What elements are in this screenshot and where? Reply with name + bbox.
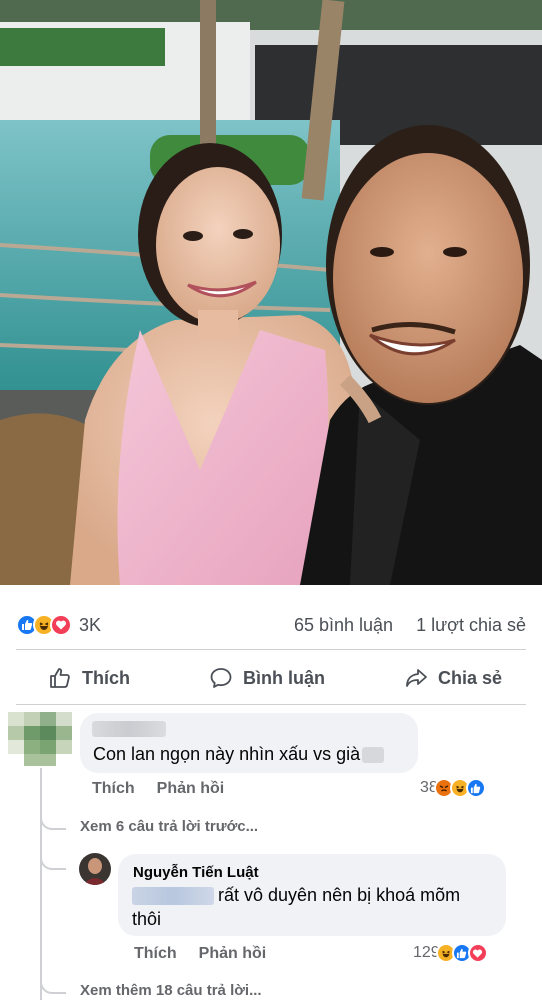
view-more-replies-link[interactable]: Xem thêm 18 câu trả lời... — [80, 982, 262, 999]
reply-author-avatar[interactable] — [79, 853, 111, 885]
thumbs-up-icon — [50, 668, 70, 688]
selfie-image — [0, 0, 542, 585]
like-icon — [465, 778, 486, 798]
share-label: Chia sẻ — [437, 667, 502, 688]
view-previous-replies-link[interactable]: Xem 6 câu trả lời trước... — [80, 818, 258, 835]
blurred-author-name — [92, 721, 166, 737]
blurred-text — [362, 747, 385, 764]
comment-icon — [210, 668, 232, 688]
divider — [16, 649, 526, 650]
share-icon — [406, 669, 427, 687]
reply-text-content: rất vô duyên nên bị khoá mõm — [218, 885, 461, 905]
comment-label: Bình luận — [242, 667, 325, 688]
comment-actions: Thích Phản hồi — [92, 780, 224, 798]
comment-button[interactable]: Bình luận — [177, 666, 357, 690]
reaction-summary[interactable]: 3K — [16, 614, 101, 636]
reply-thread-connector — [40, 852, 66, 870]
reply-reply-link[interactable]: Phản hồi — [199, 945, 267, 963]
reaction-summary-bar: 3K 65 bình luận 1 lượt chia sẻ — [16, 606, 526, 644]
comment-text: Con lan ngọn này nhìn xấu vs già — [93, 744, 385, 765]
comment-reply-link[interactable]: Phản hồi — [157, 780, 225, 798]
reply-actions: Thích Phản hồi — [134, 945, 266, 963]
post-photo[interactable] — [0, 0, 542, 585]
reply-text-line: rất vô duyên nên bị khoá mõm — [132, 885, 460, 906]
engagement-stats: 65 bình luận 1 lượt chia sẻ — [294, 615, 526, 636]
like-button[interactable]: Thích — [16, 666, 162, 690]
commenter-avatar-pixelated[interactable] — [8, 712, 72, 766]
post-action-bar: Thích Bình luận Chia sẻ — [16, 656, 526, 700]
reply-thread-connector — [40, 976, 66, 994]
reply-reaction-summary[interactable]: 129 — [413, 943, 488, 963]
comment-text-content: Con lan ngọn này nhìn xấu vs già — [93, 744, 361, 764]
like-label: Thích — [82, 667, 130, 688]
reply-bubble[interactable]: Nguyễn Tiến Luật rất vô duyên nên bị kho… — [118, 854, 506, 936]
reply-thread-line — [40, 768, 42, 1000]
reaction-count: 3K — [79, 614, 102, 635]
reply-text-line-2: thôi — [132, 909, 162, 929]
reply-author-name[interactable]: Nguyễn Tiến Luật — [133, 864, 259, 881]
comment-bubble[interactable]: Con lan ngọn này nhìn xấu vs già — [80, 713, 418, 773]
reply-like-link[interactable]: Thích — [134, 945, 177, 963]
love-icon — [50, 614, 72, 636]
share-button[interactable]: Chia sẻ — [372, 666, 526, 690]
comments-count[interactable]: 65 bình luận — [294, 615, 393, 635]
reply-thread-connector — [40, 812, 66, 830]
comment-like-link[interactable]: Thích — [92, 780, 135, 798]
divider — [16, 704, 526, 705]
blurred-mention-tag — [132, 887, 214, 906]
shares-count[interactable]: 1 lượt chia sẻ — [416, 615, 526, 635]
love-icon — [467, 943, 488, 963]
comment-reaction-summary[interactable]: 38 — [420, 778, 486, 798]
